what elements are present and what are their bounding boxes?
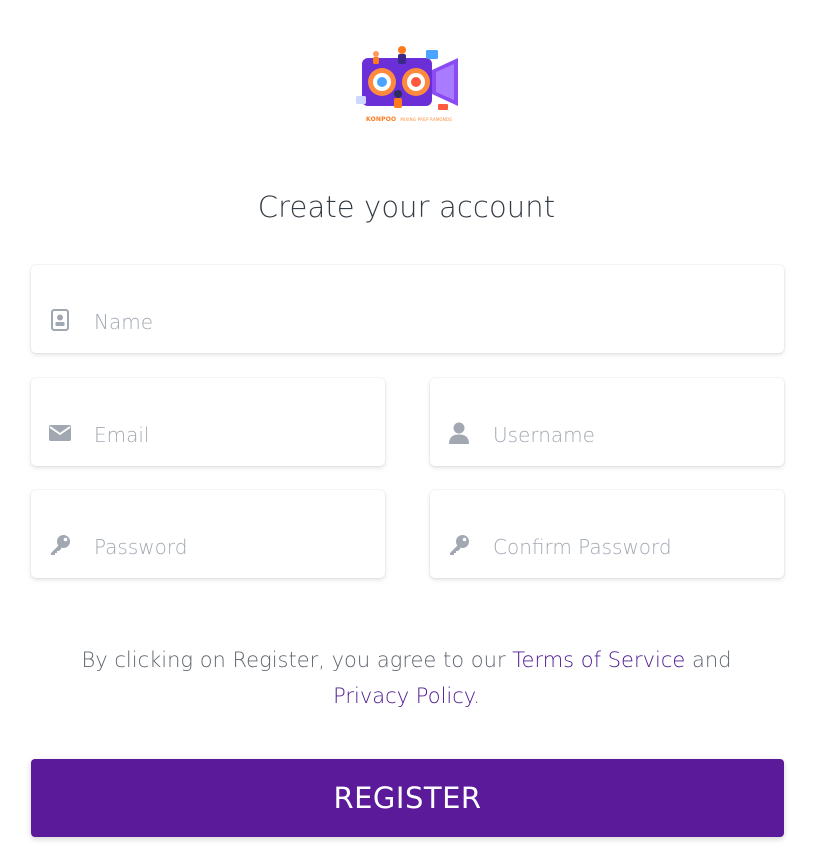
- logo-tagline: MIXING PREP RAMONDS: [400, 116, 452, 122]
- logo-illustration: [356, 46, 458, 110]
- password-input[interactable]: [94, 530, 373, 564]
- key-icon: [49, 534, 71, 556]
- username-field[interactable]: [430, 378, 784, 466]
- terms-middle: and: [685, 648, 732, 672]
- page-title: Create your account: [257, 190, 556, 224]
- terms-of-service-link[interactable]: Terms of Service: [512, 648, 685, 672]
- register-page: KONPOO MIXING PREP RAMONDS Create your a…: [0, 0, 813, 846]
- brand-logo: KONPOO MIXING PREP RAMONDS: [356, 44, 460, 124]
- key-icon: [448, 534, 470, 556]
- terms-suffix: .: [473, 684, 480, 708]
- user-icon: [448, 422, 470, 444]
- terms-prefix: By clicking on Register, you agree to ou…: [81, 648, 513, 672]
- name-field[interactable]: [31, 265, 784, 353]
- email-field[interactable]: [31, 378, 385, 466]
- name-input[interactable]: [94, 305, 772, 339]
- logo-brand: KONPOO: [366, 115, 397, 123]
- logo-caption: KONPOO MIXING PREP RAMONDS: [356, 114, 460, 124]
- terms-notice: By clicking on Register, you agree to ou…: [40, 642, 773, 714]
- register-button[interactable]: REGISTER: [31, 759, 784, 837]
- privacy-policy-link[interactable]: Privacy Policy: [333, 684, 473, 708]
- email-input[interactable]: [94, 418, 373, 452]
- password-field[interactable]: [31, 490, 385, 578]
- envelope-icon: [49, 422, 71, 444]
- confirm-password-input[interactable]: [493, 530, 772, 564]
- id-card-icon: [49, 309, 71, 331]
- confirm-password-field[interactable]: [430, 490, 784, 578]
- username-input[interactable]: [493, 418, 772, 452]
